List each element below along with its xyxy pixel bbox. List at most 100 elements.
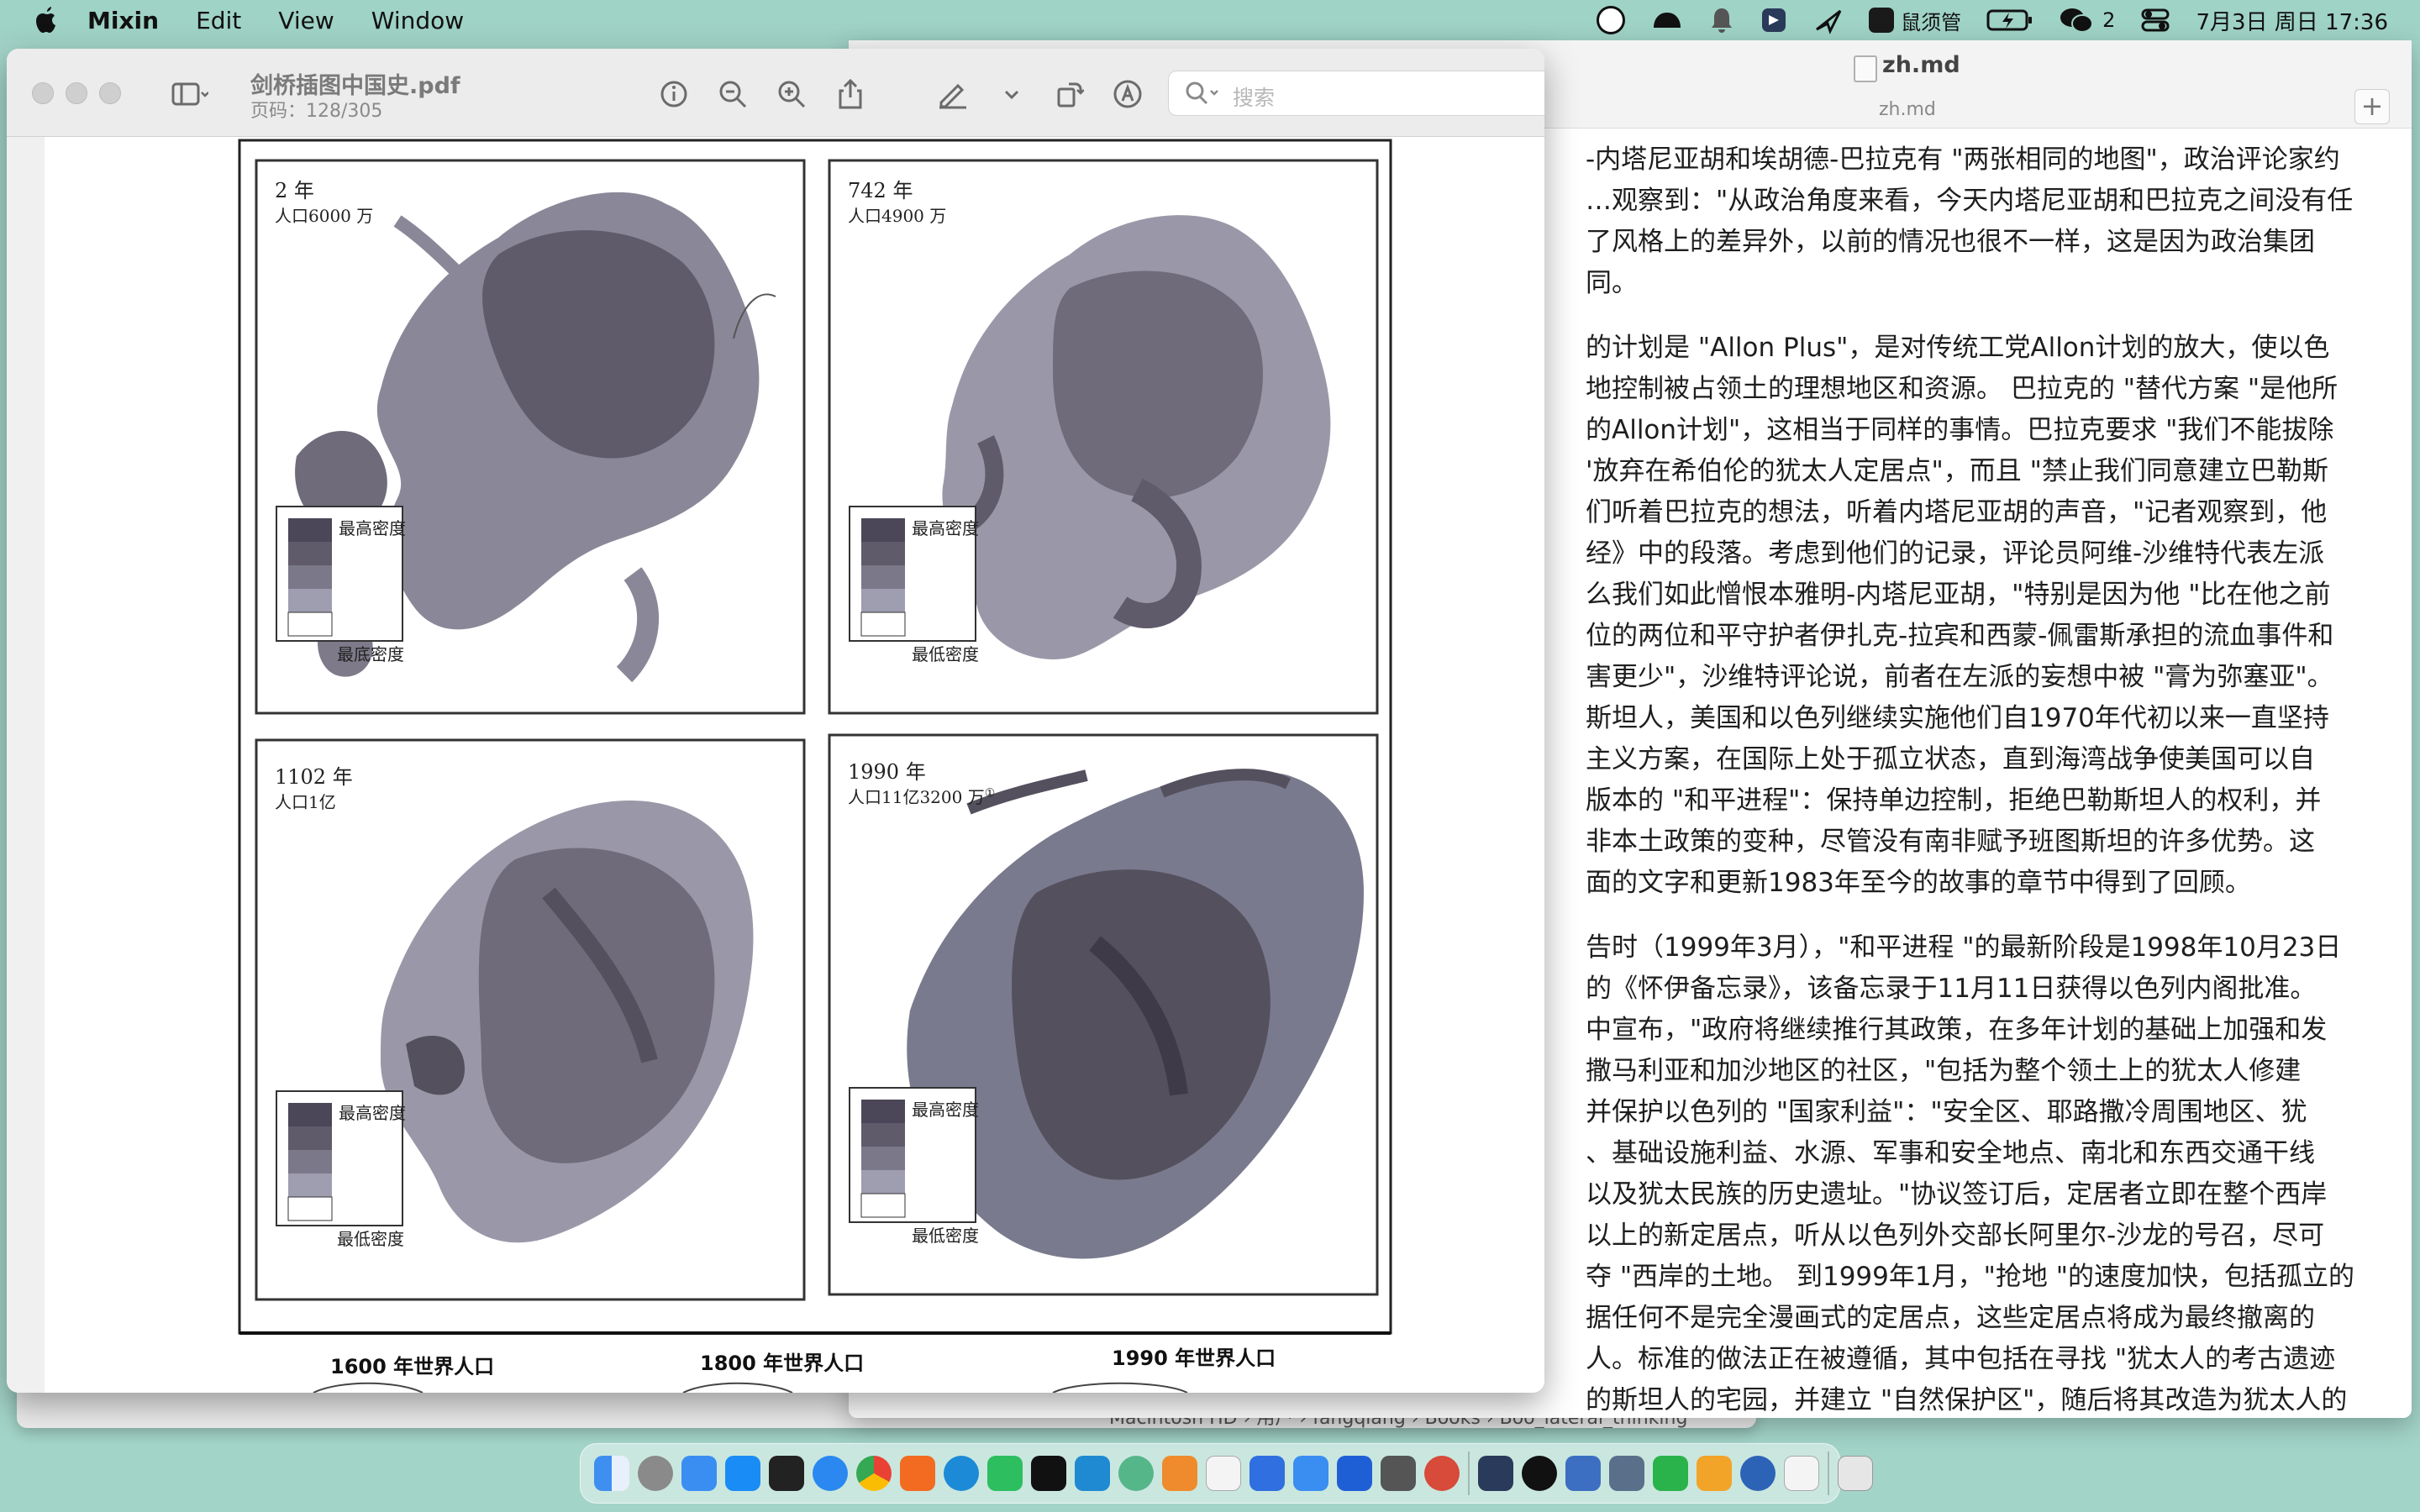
text-line: 的Allon计划"，这相当于同样的事情。巴拉克要求 "我们不能拔除 <box>1586 415 2334 445</box>
sidebar-toggle-icon[interactable] <box>171 79 208 109</box>
pencil-app-icon[interactable] <box>1697 1456 1732 1491</box>
map-population: 人口11亿3200 万① <box>848 784 995 808</box>
chevron-down-icon[interactable] <box>1003 79 1020 109</box>
notes-icon[interactable] <box>1784 1456 1819 1491</box>
document-icon <box>1854 55 1877 82</box>
text-line: 经》中的段落。考虑到他们的记录，评论员阿维-沙维特代表左派 <box>1586 538 2325 569</box>
text-line: -内塔尼亚胡和埃胡德-巴拉克有 "两张相同的地图"，政治评论家约 <box>1586 144 2340 175</box>
text-line: 的斯坦人的宅园，并建立 "自然保护区"，随后将其改造为犹太人的 <box>1586 1385 2348 1415</box>
mixin-icon[interactable] <box>1249 1456 1285 1491</box>
text-line: 们听着巴拉克的想法，听着内塔尼亚胡的声音，"记者观察到，他 <box>1586 497 2328 528</box>
app-menu[interactable]: Mixin <box>87 7 159 34</box>
minimize-button[interactable] <box>66 82 87 104</box>
markup-pen-icon[interactable] <box>936 79 970 109</box>
close-button[interactable] <box>32 82 54 104</box>
wechat-icon[interactable] <box>1653 1456 1688 1491</box>
menu-edit[interactable]: Edit <box>196 7 241 34</box>
mail-icon[interactable] <box>681 1456 717 1491</box>
evernote-icon[interactable] <box>987 1456 1023 1491</box>
zoom-in-icon[interactable] <box>776 79 807 109</box>
text-line: 同。 <box>1586 268 1638 298</box>
tab-zh-md[interactable]: zh.md <box>1879 99 1936 120</box>
text-line: 的计划是 "Allon Plus"，是对传统工党Allon计划的放大，使以色 <box>1586 333 2330 363</box>
world-population-title: 1800 年世界人口 <box>700 1352 865 1375</box>
new-tab-button[interactable]: + <box>2354 89 2390 124</box>
system-preferences-icon[interactable] <box>638 1456 673 1491</box>
map-population-value: 人口11亿3200 万 <box>848 787 985 807</box>
typora-icon[interactable] <box>1206 1456 1241 1491</box>
terminal-icon[interactable] <box>769 1456 804 1491</box>
xcode-icon[interactable] <box>1337 1456 1372 1491</box>
hat-icon[interactable] <box>1650 6 1684 34</box>
map-year: 1102 年 <box>275 765 353 789</box>
edge-icon[interactable] <box>944 1456 979 1491</box>
share-icon[interactable] <box>835 79 865 109</box>
wechat-status[interactable]: 2 <box>2059 6 2115 34</box>
text-line: 斯坦人，美国和以色列继续实施他们自1970年代初以来一直坚持 <box>1586 703 2329 733</box>
world-population-title: 1990 年世界人口 <box>1112 1347 1276 1370</box>
instruments-icon[interactable] <box>1424 1456 1460 1491</box>
finder-icon[interactable] <box>594 1456 629 1491</box>
maps-icon[interactable] <box>1293 1456 1328 1491</box>
text-line: 夺 "西岸的土地。 到1999年1月，"抢地 "的速度加快，包括孤立的 <box>1586 1262 2354 1292</box>
zoom-out-icon[interactable] <box>718 79 748 109</box>
map-year: 2 年 <box>275 179 314 202</box>
quicktime-icon[interactable] <box>1740 1456 1776 1491</box>
vscode-icon[interactable] <box>1075 1456 1110 1491</box>
input-method-icon <box>1869 8 1895 33</box>
pycharm-icon[interactable] <box>1031 1456 1066 1491</box>
clock[interactable]: 7月3日 周日 17:36 <box>2196 5 2388 36</box>
input-method-indicator[interactable]: 鼠须管 <box>1869 6 1961 35</box>
editor-content[interactable]: -内塔尼亚胡和埃胡德-巴拉克有 "两张相同的地图"，政治评论家约 …观察到："从政… <box>1586 139 2409 1418</box>
search-field[interactable]: 搜索 <box>1168 71 1544 116</box>
sublime-icon[interactable] <box>1162 1456 1197 1491</box>
screenshot-icon[interactable] <box>1609 1456 1644 1491</box>
scanned-figure <box>238 139 1392 1393</box>
send-icon[interactable] <box>1813 6 1844 34</box>
legend-high: 最高密度 <box>912 1100 979 1120</box>
text-line: 地控制被占领土的理想地区和资源。 巴拉克的 "替代方案 "是他所 <box>1586 374 2338 404</box>
legend-low: 最低密度 <box>912 1226 979 1246</box>
preview-window[interactable]: 剑桥插图中国史.pdf 页码：128/305 搜索 2 年 人口6000 万 最… <box>7 49 1544 1393</box>
text-line: '放弃在希伯伦的犹太人定居点"，而且 "禁止我们同意建立巴勒斯 <box>1586 456 2328 486</box>
menu-view[interactable]: View <box>278 7 334 34</box>
qq-icon[interactable] <box>1522 1456 1557 1491</box>
legend-high: 最高密度 <box>912 518 979 538</box>
zoom-button[interactable] <box>99 82 121 104</box>
map-population: 人口1亿 <box>275 792 336 812</box>
legend-high: 最高密度 <box>339 518 406 538</box>
text-line: 以及犹太民族的历史遗址。"协议签订后，定居者立即在整个西岸 <box>1586 1179 2328 1210</box>
wechat-unread-count: 2 <box>2102 8 2116 32</box>
dock <box>580 1443 1873 1504</box>
info-icon[interactable] <box>659 79 689 109</box>
trash-icon[interactable] <box>1838 1456 1873 1491</box>
text-line: 以上的新定居点，听从以色列外交部长阿里尔-沙龙的号召，尽可 <box>1586 1221 2325 1251</box>
atom-icon[interactable] <box>1118 1456 1154 1491</box>
legend-low: 最底密度 <box>337 644 404 664</box>
page-indicator: 页码：128/305 <box>250 101 383 122</box>
safari-icon[interactable] <box>813 1456 848 1491</box>
menu-window[interactable]: Window <box>371 7 464 34</box>
app-icon[interactable] <box>1478 1456 1513 1491</box>
battery-charging-icon[interactable] <box>1986 8 2033 33</box>
document-view[interactable]: 2 年 人口6000 万 最高密度 最底密度 742 年 人口4900 万 最高… <box>7 137 1544 1393</box>
search-icon <box>1186 81 1218 105</box>
editor-paragraph: -内塔尼亚胡和埃胡德-巴拉克有 "两张相同的地图"，政治评论家约 …观察到："从政… <box>1586 139 2409 304</box>
app-store-icon[interactable] <box>725 1456 760 1491</box>
editor-paragraph: 告时（1999年3月），"和平进程 "的最新阶段是1998年10月23日 的《怀伊… <box>1586 927 2409 1418</box>
apple-logo-icon[interactable] <box>34 6 59 34</box>
utility-icon[interactable] <box>1381 1456 1416 1491</box>
dock-separator <box>1468 1452 1470 1495</box>
brave-icon[interactable] <box>900 1456 935 1491</box>
password-manager-icon[interactable] <box>1597 6 1626 34</box>
annotate-icon[interactable] <box>1113 79 1143 109</box>
chrome-icon[interactable] <box>856 1456 892 1491</box>
text-line: 撒马利亚和加沙地区的社区，"包括为整个领土上的犹太人修建 <box>1586 1056 2302 1086</box>
map-year: 742 年 <box>848 179 913 202</box>
cube-app-icon[interactable] <box>1760 6 1788 34</box>
notification-bell-icon[interactable] <box>1709 6 1734 34</box>
rotate-icon[interactable] <box>1054 79 1084 109</box>
dictionary-icon[interactable] <box>1565 1456 1601 1491</box>
search-placeholder: 搜索 <box>1233 86 1276 110</box>
control-center-icon[interactable] <box>2140 7 2170 34</box>
